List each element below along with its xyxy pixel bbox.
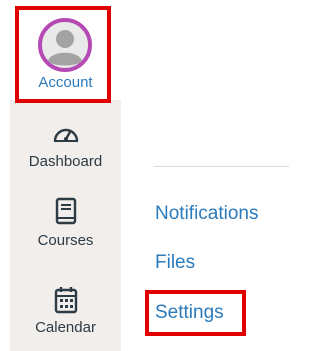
nav-item-label: Account (38, 74, 93, 91)
nav-item-calendar[interactable]: Calendar (10, 286, 121, 336)
nav-item-label: Dashboard (28, 153, 103, 170)
nav-item-label: Courses (37, 232, 94, 249)
book-icon (55, 197, 76, 225)
account-link-notifications[interactable]: Notifications (155, 203, 259, 225)
nav-item-dashboard[interactable]: Dashboard (10, 117, 121, 170)
nav-item-courses[interactable]: Courses (10, 197, 121, 249)
account-link-files[interactable]: Files (155, 252, 195, 274)
speedometer-icon (53, 128, 78, 143)
account-link-settings[interactable]: Settings (155, 302, 224, 324)
nav-item-label: Calendar (35, 319, 96, 336)
menu-divider (154, 166, 289, 167)
user-avatar-icon (38, 18, 92, 72)
calendar-icon (54, 287, 77, 314)
nav-item-account[interactable]: Account (10, 0, 121, 100)
